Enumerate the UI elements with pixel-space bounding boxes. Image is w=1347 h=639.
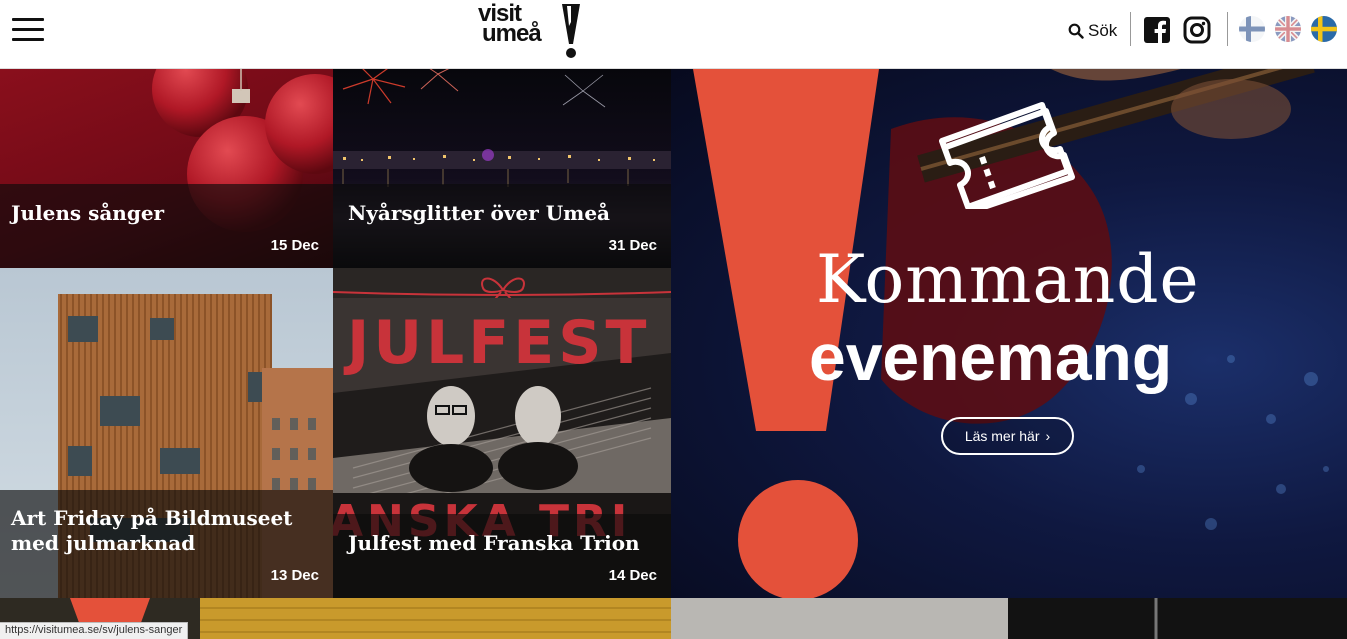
- facebook-icon[interactable]: [1143, 16, 1171, 44]
- event-title: Art Friday på Bildmuseet med julmarknad: [11, 506, 293, 555]
- hero-title-light: Kommande: [816, 241, 1200, 318]
- flag-finland-icon[interactable]: [1239, 16, 1265, 42]
- browser-status-url: https://visitumea.se/sv/julens-sanger: [0, 622, 189, 639]
- logo-exclamation-icon: [562, 4, 580, 58]
- search-icon: [1068, 23, 1084, 39]
- event-title: Julens sånger: [11, 201, 165, 225]
- divider: [1227, 12, 1228, 46]
- upcoming-events-hero[interactable]: Kommande evenemang Läs mer här ›: [671, 69, 1347, 598]
- event-title: Nyårsglitter över Umeå: [348, 201, 611, 225]
- event-date: 13 Dec: [270, 567, 319, 584]
- event-tile-julfest[interactable]: JULFEST ANSKA TRI Julfest med Franska Tr…: [333, 268, 671, 598]
- visit-umea-logo[interactable]: visit umeå: [476, 2, 586, 62]
- hamburger-menu-icon[interactable]: [12, 18, 44, 42]
- read-more-label: Läs mer här: [964, 428, 1040, 444]
- poster-headline: JULFEST: [343, 308, 650, 378]
- event-title: Julfest med Franska Trion: [348, 531, 640, 555]
- site-header: visit umeå Sök: [0, 0, 1347, 69]
- tile-caption: [0, 184, 333, 268]
- ticket-icon: [939, 102, 1075, 209]
- event-date: 14 Dec: [608, 567, 657, 584]
- tile-image: [1154, 598, 1158, 639]
- event-tile-julens-sanger[interactable]: Julens sånger 15 Dec: [0, 69, 333, 268]
- flag-uk-icon[interactable]: [1275, 16, 1301, 42]
- logo-line2: umeå: [482, 20, 542, 47]
- flag-sweden-icon[interactable]: [1311, 16, 1337, 42]
- read-more-button[interactable]: Läs mer här ›: [941, 417, 1074, 455]
- tile-caption: [333, 514, 671, 598]
- divider: [1130, 12, 1131, 46]
- search-button[interactable]: Sök: [1068, 20, 1117, 42]
- event-date: 31 Dec: [608, 237, 657, 254]
- chevron-right-icon: ›: [1045, 428, 1051, 444]
- event-tile-partial[interactable]: [671, 598, 1008, 639]
- event-date: 15 Dec: [270, 237, 319, 254]
- event-tile-nyarsglitter[interactable]: Nyårsglitter över Umeå 31 Dec: [333, 69, 671, 268]
- hero-title-bold: evenemang: [809, 320, 1173, 394]
- event-tile-partial[interactable]: [1008, 598, 1347, 639]
- instagram-icon[interactable]: [1183, 16, 1211, 44]
- event-tile-art-friday[interactable]: Art Friday på Bildmuseet med julmarknad …: [0, 268, 333, 598]
- search-label: Sök: [1088, 21, 1118, 40]
- tile-caption: [333, 184, 671, 268]
